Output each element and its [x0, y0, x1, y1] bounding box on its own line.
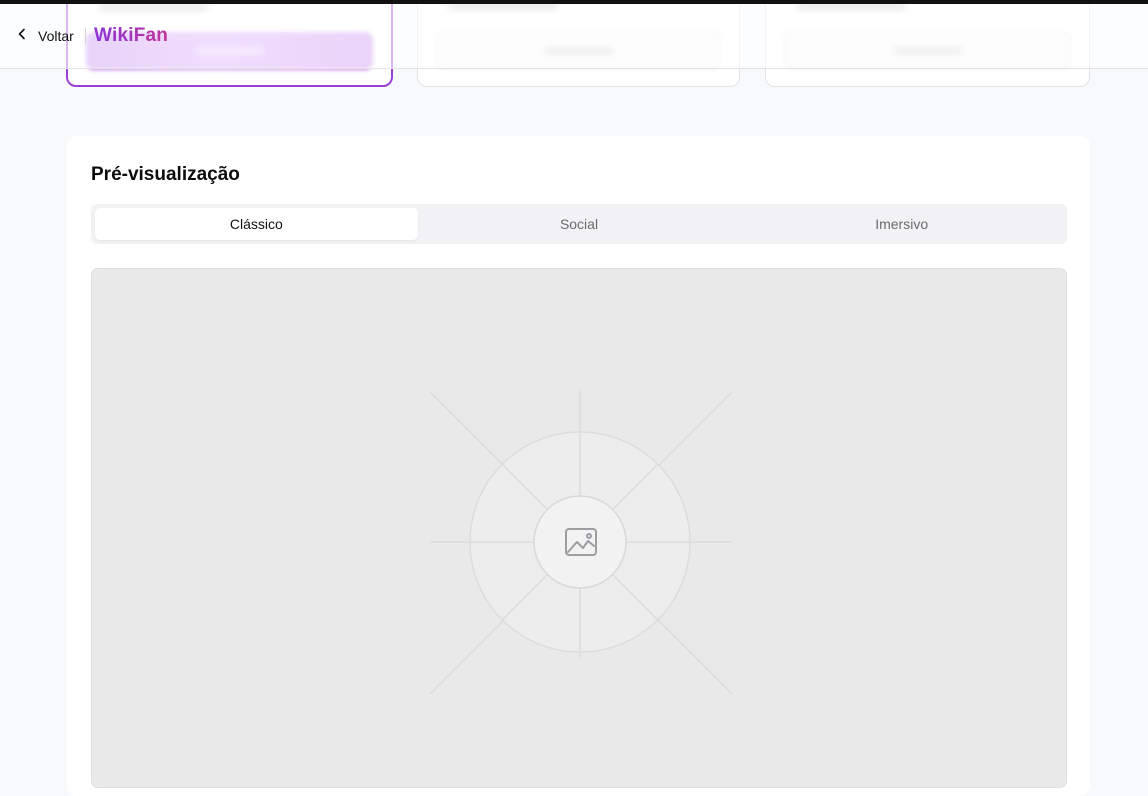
preview-tabs: Clássico Social Imersivo [91, 204, 1067, 244]
image-placeholder [91, 268, 1067, 788]
back-button[interactable]: Voltar [14, 26, 74, 46]
chevron-left-icon [14, 26, 30, 47]
tab-social[interactable]: Social [418, 208, 741, 240]
tab-imersivo[interactable]: Imersivo [740, 208, 1063, 240]
tab-classico[interactable]: Clássico [95, 208, 418, 240]
back-label: Voltar [38, 28, 74, 44]
brand-logo[interactable]: WikiFan [94, 25, 168, 47]
window-top-border [0, 0, 1148, 4]
preview-panel: Pré-visualização Clássico Social Imersiv… [67, 136, 1090, 796]
placeholder-graphic [429, 389, 733, 695]
header-divider [85, 28, 86, 44]
top-header: Voltar WikiFan [0, 4, 1148, 69]
preview-title: Pré-visualização [91, 164, 240, 185]
